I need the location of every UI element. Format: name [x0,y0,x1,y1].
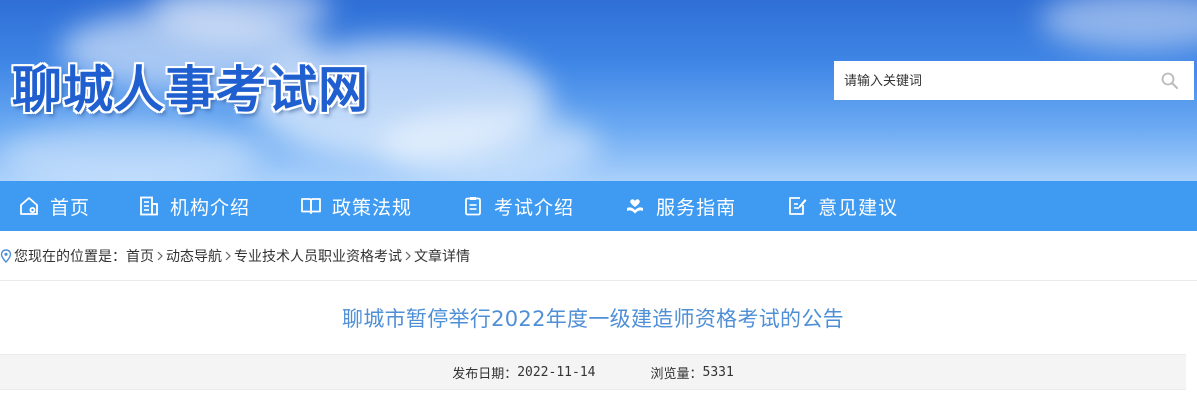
search-input[interactable] [834,61,1154,100]
breadcrumb-current: 文章详情 [414,249,470,265]
nav-label: 考试介绍 [494,196,575,219]
location-pin-icon [0,249,12,263]
nav-item-service-guide[interactable]: 服务指南 [624,181,736,231]
building-icon [140,196,158,216]
chevron-right-icon [157,251,163,261]
publish-date-value: 2022-11-14 [517,364,596,380]
home-icon [20,197,38,215]
view-count-label: 浏览量： [650,366,703,382]
nav-item-organization[interactable]: 机构介绍 [138,181,250,231]
divider [0,280,1197,281]
search-box [834,61,1194,100]
article-meta-bar: 发布日期： 2022-11-14 浏览量： 5331 [0,354,1186,390]
main-nav: 首页 机构介绍 政策法规 考试介绍 服务指南 意见建议 [0,181,1197,231]
header-banner: 聊城人事考试网 [0,0,1197,181]
breadcrumb-link-home[interactable]: 首页 [126,246,154,266]
site-logo-title[interactable]: 聊城人事考试网 [12,50,369,122]
nav-label: 首页 [50,196,91,219]
publish-date-label: 发布日期： [452,366,518,382]
nav-label: 机构介绍 [170,196,251,219]
nav-item-policy[interactable]: 政策法规 [300,181,412,231]
nav-label: 政策法规 [332,196,413,219]
breadcrumb-prefix: 您现在的位置是： [14,249,126,265]
nav-label: 意见建议 [818,196,899,219]
view-count: 浏览量： 5331 [650,363,733,382]
nav-label: 服务指南 [656,196,737,219]
breadcrumb-link-news[interactable]: 动态导航 [166,246,222,266]
book-icon [301,198,321,214]
publish-date: 发布日期： 2022-11-14 [452,363,595,382]
nav-item-feedback[interactable]: 意见建议 [786,181,898,231]
search-icon[interactable] [1160,71,1180,91]
chevron-right-icon [225,251,231,261]
heart-hand-icon [627,199,644,214]
edit-icon [789,197,807,215]
chevron-right-icon [405,251,411,261]
nav-item-exams[interactable]: 考试介绍 [462,181,574,231]
article-title: 聊城市暂停举行2022年度一级建造师资格考试的公告 [342,307,844,331]
nav-item-home[interactable]: 首页 [18,181,90,231]
breadcrumb: 您现在的位置是： 首页 动态导航 专业技术人员职业资格考试 文章详情 [0,242,470,270]
breadcrumb-link-category[interactable]: 专业技术人员职业资格考试 [234,246,402,266]
clipboard-icon [465,197,481,216]
view-count-value: 5331 [702,364,734,380]
